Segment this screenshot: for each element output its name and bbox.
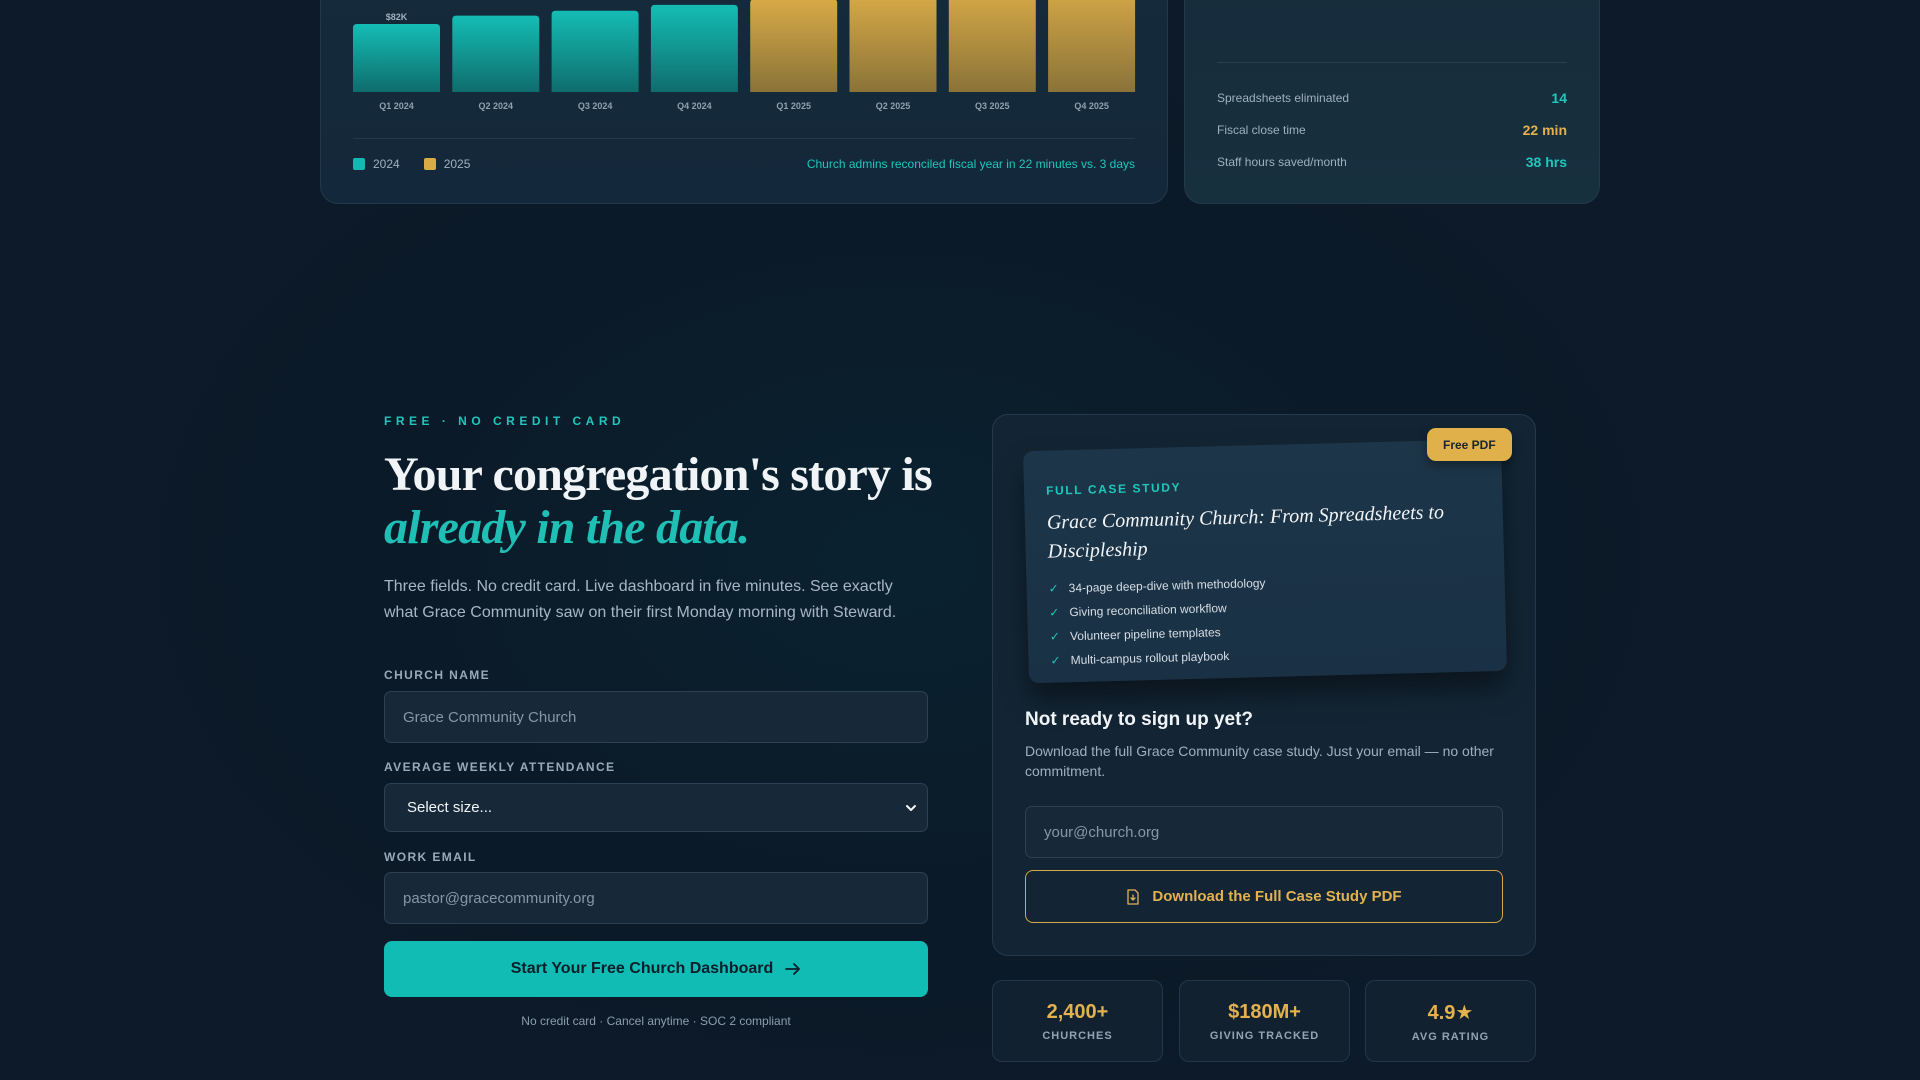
stat-label: Spreadsheets eliminated <box>1217 91 1350 105</box>
chart-bar <box>750 0 838 92</box>
download-label: Download the Full Case Study PDF <box>1152 888 1402 905</box>
x-tick-label: Q4 2025 <box>1074 101 1109 111</box>
feature-label: 34-page deep-dive with methodology <box>1068 575 1266 596</box>
check-icon: ✓ <box>1048 581 1059 596</box>
signup-headline: Your congregation's story is already in … <box>384 448 944 554</box>
church-name-field[interactable] <box>384 691 928 743</box>
x-tick-label: Q2 2024 <box>479 101 514 111</box>
revenue-chart-card: $82K Q1 2024 Q2 2024 Q3 2024 Q4 2024 Q1 2025 Q… <box>320 0 1168 204</box>
chevron-down-icon <box>906 804 916 811</box>
chart-legend: 2024 2025 <box>353 157 470 171</box>
legend-label-2025: 2025 <box>443 157 471 171</box>
case-study-eyebrow: FULL CASE STUDY <box>1045 480 1182 498</box>
chart-divider <box>353 138 1135 139</box>
x-tick-label: Q1 2024 <box>379 101 414 111</box>
work-email-field[interactable] <box>384 872 928 924</box>
stat-value: 14 <box>1551 90 1567 106</box>
stat-label: Fiscal close time <box>1217 123 1306 137</box>
x-tick-label: Q2 2025 <box>876 101 911 111</box>
signup-fineprint: No credit card · Cancel anytime · SOC 2 … <box>521 1014 791 1028</box>
chart-bar <box>353 23 440 93</box>
attendance-select[interactable]: Select size... <box>384 783 928 832</box>
legend-item-2024: 2024 <box>353 157 400 171</box>
free-pdf-badge: Free PDF <box>1427 428 1512 461</box>
chart-bar <box>650 4 738 93</box>
legend-swatch-2025 <box>423 158 436 170</box>
download-case-study-button[interactable]: Download the Full Case Study PDF <box>1025 870 1503 923</box>
x-tick-label: Q4 2024 <box>677 101 712 111</box>
chart-bar <box>452 15 540 92</box>
chart-bar <box>948 0 1036 92</box>
case-study-features: ✓ 34-page deep-dive with methodology ✓ Giv… <box>1048 571 1267 673</box>
church-name-input[interactable] <box>403 708 909 726</box>
signup-subtext: Three fields. No credit card. Live dashb… <box>384 578 897 621</box>
lead-description: Download the full Grace Community case s… <box>1025 743 1494 779</box>
bar-chart: $82K Q1 2024 Q2 2024 Q3 2024 Q4 2024 Q1 2025 Q… <box>353 0 1136 111</box>
stats-divider <box>1217 62 1567 63</box>
chart-caption: Church admins reconciled fiscal year in … <box>806 157 1135 171</box>
metric-label: AVG RATING <box>1411 1030 1490 1043</box>
metric-value: 4.9★ <box>1427 1001 1474 1024</box>
attendance-label: AVERAGE WEEKLY ATTENDANCE <box>384 760 616 774</box>
attendance-selected-value: Select size... <box>407 799 493 816</box>
chart-bar <box>551 10 639 92</box>
stat-value: 38 hrs <box>1525 154 1567 170</box>
case-study-email-input[interactable] <box>1044 823 1484 841</box>
stat-label: Staff hours saved/month <box>1217 155 1347 169</box>
feature-label: Giving reconciliation workflow <box>1069 601 1227 620</box>
metric-churches: 2,400+ CHURCHES <box>992 980 1163 1062</box>
legend-label-2024: 2024 <box>373 157 400 171</box>
metric-label: CHURCHES <box>1042 1029 1113 1042</box>
church-name-label: CHURCH NAME <box>384 668 491 682</box>
arrow-right-icon <box>785 963 801 975</box>
x-tick-label: Q1 2025 <box>776 101 811 111</box>
chart-bar <box>849 0 937 92</box>
x-tick-label: Q3 2024 <box>578 101 613 111</box>
case-study-email-field[interactable] <box>1025 806 1503 858</box>
case-study-title: Grace Community Church: From Spreadsheet… <box>1046 501 1445 563</box>
start-dashboard-button[interactable]: Start Your Free Church Dashboard <box>384 941 928 997</box>
metric-giving-tracked: $180M+ GIVING TRACKED <box>1179 980 1350 1062</box>
check-icon: ✓ <box>1050 653 1061 668</box>
feature-label: Multi-campus rollout playbook <box>1070 648 1230 668</box>
stat-value: 22 min <box>1522 122 1567 138</box>
headline-line-1: Your congregation's story is <box>384 448 933 501</box>
signup-eyebrow: FREE · NO CREDIT CARD <box>384 414 626 428</box>
start-dashboard-label: Start Your Free Church Dashboard <box>510 960 774 977</box>
bar-data-label: $82K <box>386 12 408 22</box>
results-stats-card: Spreadsheets eliminated 14 Fiscal close … <box>1184 0 1600 204</box>
feature-label: Volunteer pipeline templates <box>1069 625 1221 644</box>
metric-avg-rating: 4.9★ AVG RATING <box>1365 980 1536 1062</box>
stat-row-hours-saved: Staff hours saved/month 38 hrs <box>1217 154 1567 170</box>
work-email-label: WORK EMAIL <box>384 850 477 864</box>
work-email-input[interactable] <box>403 889 909 907</box>
metric-value: 2,400+ <box>1046 1000 1109 1023</box>
headline-line-2: already in the data. <box>384 501 750 554</box>
metric-label: GIVING TRACKED <box>1209 1029 1320 1042</box>
legend-swatch-2024 <box>353 158 365 170</box>
lead-title: Not ready to sign up yet? <box>1025 709 1254 730</box>
file-download-icon <box>1127 888 1140 905</box>
check-icon: ✓ <box>1049 605 1060 620</box>
legend-item-2025: 2025 <box>423 157 471 171</box>
chart-bar <box>1048 0 1136 92</box>
case-study-preview: FULL CASE STUDY Grace Community Church: … <box>1023 438 1507 684</box>
check-icon: ✓ <box>1049 629 1061 644</box>
list-item: ✓ Multi-campus rollout playbook <box>1050 643 1267 673</box>
stat-row-spreadsheets: Spreadsheets eliminated 14 <box>1217 90 1567 106</box>
metric-value: $180M+ <box>1228 1000 1301 1023</box>
x-tick-label: Q3 2025 <box>975 101 1010 111</box>
stat-row-fiscal-close: Fiscal close time 22 min <box>1217 122 1567 138</box>
